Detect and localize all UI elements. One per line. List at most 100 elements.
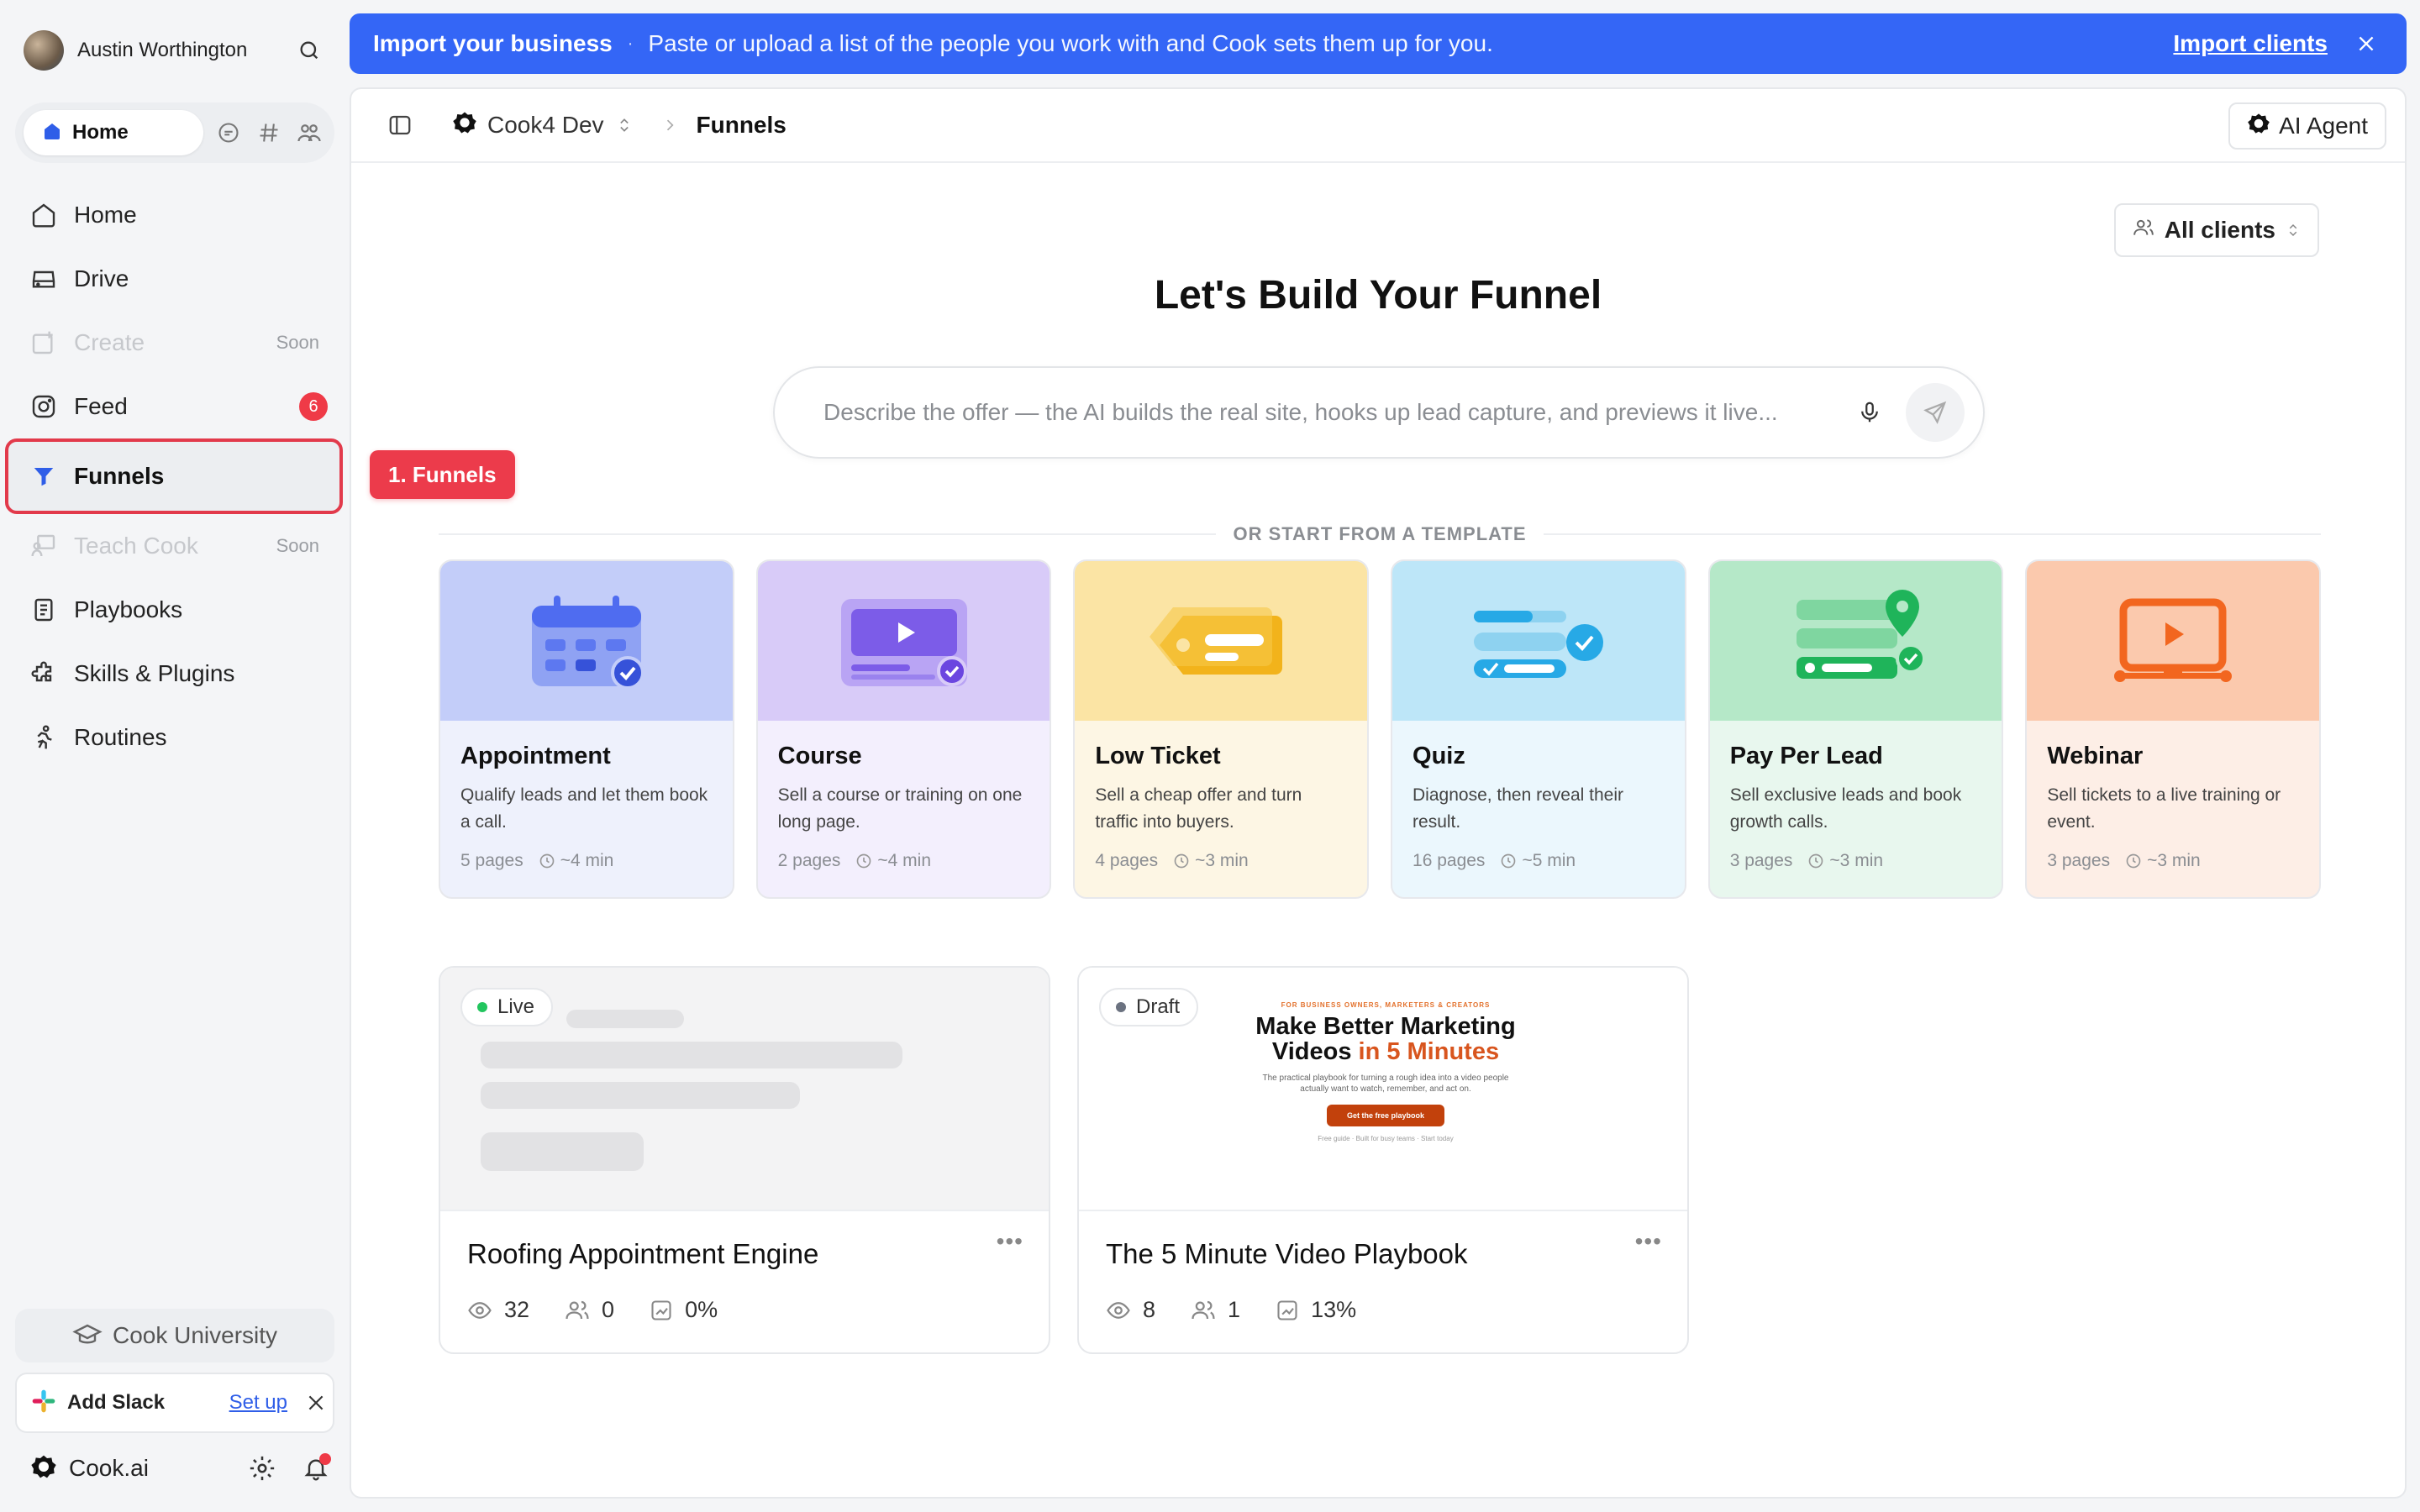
- conversion-icon: [650, 1299, 673, 1322]
- mini-headline: Make Better Marketing Videos in 5 Minutes: [1255, 1013, 1516, 1065]
- banner-separator: ·: [627, 34, 634, 53]
- avatar[interactable]: [24, 30, 64, 71]
- sidebar-item-routines[interactable]: Routines: [0, 706, 346, 769]
- sidebar-item-label: Skills & Plugins: [74, 660, 235, 686]
- template-pages: 3 pages: [1729, 851, 1793, 870]
- import-banner: Import your business · Paste or upload a…: [350, 13, 2407, 74]
- sidebar-item-home[interactable]: Home: [0, 183, 346, 247]
- clock-icon: [1500, 853, 1517, 869]
- funnel-prompt-box: [773, 366, 1985, 459]
- home-filled-icon: [42, 121, 62, 145]
- soon-tag: Soon: [276, 535, 319, 556]
- person-icon: [2133, 217, 2154, 244]
- sidebar-item-funnels[interactable]: Funnels: [0, 438, 346, 514]
- add-slack-label: Add Slack: [67, 1391, 166, 1414]
- funnel-card-video-playbook[interactable]: Draft FOR BUSINESS OWNERS, MARKETERS & C…: [1077, 966, 1689, 1354]
- notification-dot: [319, 1453, 331, 1465]
- page-title: Let's Build Your Funnel: [1154, 273, 1602, 318]
- hashtag-icon[interactable]: [252, 116, 286, 150]
- workspace-name: Cook4 Dev: [487, 112, 604, 138]
- template-card-appointment[interactable]: Appointment Qualify leads and let them b…: [439, 559, 734, 899]
- ai-agent-button[interactable]: AI Agent: [2228, 102, 2386, 150]
- user-row[interactable]: Austin Worthington: [24, 27, 326, 74]
- sidebar-item-skills-plugins[interactable]: Skills & Plugins: [0, 642, 346, 706]
- views-count: 32: [504, 1297, 530, 1322]
- home-pill[interactable]: Home: [24, 110, 203, 155]
- funnel-preview: Live: [440, 968, 1049, 1211]
- soon-tag: Soon: [276, 332, 319, 353]
- template-pages: 16 pages: [1413, 851, 1486, 870]
- sidebar-item-label: Feed: [74, 393, 128, 419]
- more-options-icon[interactable]: •••: [997, 1228, 1023, 1255]
- price-tag-icon: [1075, 561, 1368, 721]
- annotation-tag: 1. Funnels: [370, 450, 515, 499]
- bell-icon[interactable]: [299, 1452, 333, 1485]
- more-options-icon[interactable]: •••: [1635, 1228, 1662, 1255]
- quiz-icon: [1392, 561, 1685, 721]
- template-card-course[interactable]: Course Sell a course or training on one …: [755, 559, 1052, 899]
- template-time: ~3 min: [2147, 851, 2201, 870]
- breadcrumb-current: Funnels: [696, 112, 786, 138]
- main-panel: Cook4 Dev Funnels AI Agent All clients L…: [350, 87, 2407, 1499]
- brand-row: Cook.ai: [30, 1445, 333, 1492]
- status-label: Live: [497, 995, 535, 1018]
- template-description: Diagnose, then reveal their result.: [1413, 785, 1624, 832]
- all-clients-label: All clients: [2164, 217, 2275, 243]
- chat-icon[interactable]: [212, 116, 245, 150]
- template-card-pay-per-lead[interactable]: Pay Per Lead Sell exclusive leads and bo…: [1707, 559, 2004, 899]
- people-icon[interactable]: [292, 116, 326, 150]
- cook-logo-icon: [30, 1453, 57, 1484]
- funnel-title: The 5 Minute Video Playbook: [1106, 1238, 1468, 1269]
- cook-university-button[interactable]: Cook University: [15, 1309, 334, 1362]
- template-pages: 5 pages: [460, 851, 523, 870]
- people-icon: [1191, 1298, 1216, 1323]
- template-card-quiz[interactable]: Quiz Diagnose, then reveal their result.…: [1391, 559, 1686, 899]
- sidebar-item-drive[interactable]: Drive: [0, 247, 346, 311]
- funnel-card-roofing[interactable]: Live Roofing Appointment Engine ••• 32 0…: [439, 966, 1050, 1354]
- create-icon: [29, 328, 59, 358]
- gear-icon[interactable]: [245, 1452, 279, 1485]
- send-button[interactable]: [1906, 383, 1965, 442]
- mini-eyebrow: FOR BUSINESS OWNERS, MARKETERS & CREATOR…: [1281, 1001, 1491, 1009]
- conversion-rate: 0%: [685, 1297, 718, 1322]
- sidebar-item-create: Create Soon: [0, 311, 346, 375]
- all-clients-select[interactable]: All clients: [2113, 203, 2319, 257]
- topbar: Cook4 Dev Funnels AI Agent: [351, 89, 2405, 163]
- workspace-switcher: Home: [15, 102, 334, 163]
- import-clients-link[interactable]: Import clients: [2173, 30, 2328, 57]
- template-pages: 2 pages: [777, 851, 841, 870]
- template-description: Sell tickets to a live training or event…: [2047, 785, 2281, 832]
- slack-setup-link[interactable]: Set up: [229, 1391, 287, 1415]
- teach-icon: [29, 531, 59, 561]
- sidebar-toggle-icon[interactable]: [383, 108, 417, 142]
- breadcrumb-workspace[interactable]: Cook4 Dev: [452, 110, 633, 141]
- microphone-icon[interactable]: [1857, 400, 1882, 425]
- eye-icon: [467, 1298, 492, 1323]
- template-title: Course: [777, 743, 862, 769]
- templates-divider: OR START FROM A TEMPLATE: [439, 523, 2321, 544]
- sidebar-item-playbooks[interactable]: Playbooks: [0, 578, 346, 642]
- status-label: Draft: [1136, 995, 1181, 1018]
- webinar-screen-icon: [2027, 561, 2320, 721]
- funnel-prompt-input[interactable]: [823, 399, 1857, 426]
- template-description: Sell a course or training on one long pa…: [777, 785, 1023, 832]
- close-icon[interactable]: [299, 1386, 333, 1420]
- template-card-webinar[interactable]: Webinar Sell tickets to a live training …: [2025, 559, 2322, 899]
- chevron-updown-icon: [616, 117, 633, 134]
- graduation-cap-icon: [72, 1320, 103, 1351]
- template-title: Low Ticket: [1095, 743, 1221, 769]
- template-card-low-ticket[interactable]: Low Ticket Sell a cheap offer and turn t…: [1073, 559, 1370, 899]
- lead-pin-icon: [1709, 561, 2002, 721]
- sidebar-item-teach-cook: Teach Cook Soon: [0, 514, 346, 578]
- slack-icon: [30, 1388, 57, 1419]
- status-badge: Live: [460, 988, 554, 1026]
- funnel-stats: 32 0 0%: [467, 1297, 753, 1323]
- banner-title: Import your business: [373, 30, 613, 56]
- search-icon[interactable]: [292, 34, 326, 67]
- close-icon[interactable]: [2349, 27, 2383, 60]
- sidebar-item-feed[interactable]: Feed 6: [0, 375, 346, 438]
- funnel-preview: Draft FOR BUSINESS OWNERS, MARKETERS & C…: [1079, 968, 1687, 1211]
- template-description: Qualify leads and let them book a call.: [460, 785, 708, 832]
- leads-count: 1: [1228, 1297, 1241, 1322]
- sidebar: Austin Worthington Home Home Drive Creat…: [0, 0, 346, 1512]
